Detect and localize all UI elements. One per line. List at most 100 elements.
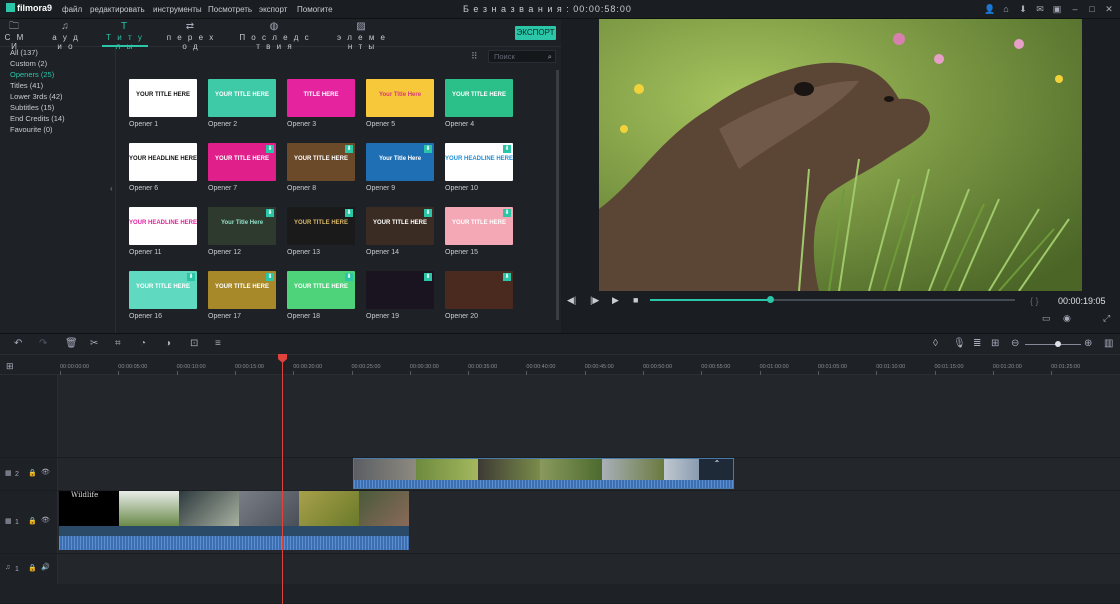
title-template-thumbnail[interactable]: YOUR TITLE HERE ⬇ [445,207,513,245]
title-template-thumbnail[interactable]: YOUR TITLE HERE ⬇ [287,207,355,245]
category-item[interactable]: Custom (2) [10,59,47,68]
download-icon[interactable]: ⬇ [266,273,274,281]
download-icon[interactable]: ⬇ [1018,4,1028,14]
playhead[interactable] [282,355,283,604]
tab-transitions[interactable]: ⇄ п е р е х о д [166,19,216,51]
snapshot-icon[interactable]: ⊞ [991,338,999,349]
search-input[interactable]: Поиск ⌕ [488,50,556,63]
undo-icon[interactable]: ↶ [14,338,22,349]
visibility-icon[interactable]: 👁 [41,516,50,524]
menu-file[interactable]: файл [62,5,82,14]
title-template-thumbnail[interactable]: YOUR TITLE HERE [129,79,197,117]
play-from-icon[interactable]: |▶ [590,295,599,306]
title-template-thumbnail[interactable]: YOUR TITLE HERE ⬇ [287,271,355,309]
library-scrollbar[interactable] [556,70,559,320]
download-icon[interactable]: ⬇ [424,209,432,217]
tab-media[interactable]: 🗀 С М И [4,19,26,51]
title-template-thumbnail[interactable]: YOUR TITLE HERE ⬇ [129,271,197,309]
category-item[interactable]: End Credits (14) [10,114,65,123]
title-template-thumbnail[interactable]: ⬇ [366,271,434,309]
prev-frame-icon[interactable]: ◀| [567,295,576,306]
video-clip-track-2[interactable]: ⌃ [353,458,734,489]
audio-clip-track-1[interactable] [59,526,409,550]
category-item[interactable]: Subtitles (15) [10,103,54,112]
title-template-thumbnail[interactable]: Your Title Here ⬇ [208,207,276,245]
download-icon[interactable]: ⬇ [266,145,274,153]
download-icon[interactable]: ⬇ [503,145,511,153]
video-clip-track-1[interactable]: Wildlife [59,491,409,526]
menu-export[interactable]: экспорт [259,5,287,14]
title-template-thumbnail[interactable]: YOUR TITLE HERE ⬇ [208,143,276,181]
play-icon[interactable]: ▶ [612,295,619,306]
tab-audio[interactable]: ♫ а у д и о [48,19,84,51]
title-template-thumbnail[interactable]: YOUR HEADLINE HERE [129,207,197,245]
speaker-icon[interactable]: 🔊 [41,563,50,571]
title-template-thumbnail[interactable]: TITLE HERE [287,79,355,117]
voiceover-icon[interactable]: ≣ [973,338,981,349]
zoom-in-icon[interactable]: ⊕ [1084,338,1092,349]
fullscreen-icon[interactable]: ⤢ [1103,313,1110,324]
zoom-slider[interactable] [1025,344,1081,345]
green-screen-icon[interactable]: ⊡ [190,338,198,349]
title-template-thumbnail[interactable]: YOUR TITLE HERE ⬇ [208,271,276,309]
delete-icon[interactable]: 🗑 [65,338,78,349]
title-template-thumbnail[interactable]: YOUR HEADLINE HERE ⬇ [445,143,513,181]
mail-icon[interactable]: ✉ [1035,4,1045,14]
download-icon[interactable]: ⬇ [266,209,274,217]
crop-icon[interactable]: ⌗ [115,338,121,349]
camera-icon[interactable]: ◉ [1063,313,1071,324]
color-icon[interactable]: ◑ [165,338,171,349]
speed-icon[interactable]: ◔ [140,338,146,349]
download-icon[interactable]: ⬇ [424,145,432,153]
redo-icon[interactable]: ↷ [39,338,47,349]
close-icon[interactable]: ✕ [1104,4,1114,14]
screen-icon[interactable]: ▭ [1042,313,1051,324]
mark-in-out[interactable]: { } [1030,296,1039,306]
stop-icon[interactable]: ■ [633,295,638,305]
download-icon[interactable]: ⬇ [345,273,353,281]
category-item[interactable]: Favourite (0) [10,125,53,134]
title-template-thumbnail[interactable]: YOUR HEADLINE HERE [129,143,197,181]
zoom-slider-handle[interactable] [1055,341,1061,347]
lock-icon[interactable]: 🔒 [28,564,37,572]
cart-icon[interactable]: ⌂ [1001,4,1011,14]
account-icon[interactable]: 👤 [984,4,995,14]
microphone-icon[interactable]: 🎙 [953,338,966,349]
category-item[interactable]: All (137) [10,48,38,57]
save-icon[interactable]: ▣ [1052,4,1062,14]
lock-icon[interactable]: 🔒 [28,517,37,525]
download-icon[interactable]: ⬇ [503,273,511,281]
visibility-icon[interactable]: 👁 [41,468,50,476]
download-icon[interactable]: ⬇ [345,209,353,217]
download-icon[interactable]: ⬇ [345,145,353,153]
menu-edit[interactable]: редактировать [90,5,145,14]
grid-view-icon[interactable]: ⠿ [471,51,478,62]
menu-view[interactable]: Посмотреть [208,5,252,14]
maximize-icon[interactable]: □ [1087,4,1097,14]
collapse-sidebar-icon[interactable]: ‹ [110,184,113,193]
audio-adjust-icon[interactable]: ≡ [215,338,221,349]
download-icon[interactable]: ⬇ [503,209,511,217]
download-icon[interactable]: ⬇ [187,273,195,281]
title-template-thumbnail[interactable]: Your Title Here ⬇ [366,143,434,181]
lock-icon[interactable]: 🔒 [28,469,37,477]
marker-icon[interactable]: ◊ [933,338,938,349]
title-template-thumbnail[interactable]: YOUR TITLE HERE ⬇ [366,207,434,245]
cut-icon[interactable]: ✂ [90,338,98,349]
add-track-icon[interactable]: ⊞ [6,361,14,372]
tab-elements[interactable]: ▨ э л е м е н т ы [334,19,390,51]
title-template-thumbnail[interactable]: YOUR TITLE HERE [208,79,276,117]
title-template-thumbnail[interactable]: ⬇ [445,271,513,309]
timeline-settings-icon[interactable]: ▥ [1104,338,1113,349]
download-icon[interactable]: ⬇ [424,273,432,281]
title-template-thumbnail[interactable]: YOUR TITLE HERE [445,79,513,117]
zoom-out-icon[interactable]: ⊖ [1011,338,1019,349]
title-template-thumbnail[interactable]: Your Title Here [366,79,434,117]
menu-help[interactable]: Помогите [297,5,333,14]
tab-effects[interactable]: ◍ П о с л е д с т в и я [236,19,314,51]
category-item[interactable]: Lower 3rds (42) [10,92,63,101]
menu-tools[interactable]: инструменты [153,5,202,14]
category-item[interactable]: Openers (25) [10,70,54,79]
title-template-thumbnail[interactable]: YOUR TITLE HERE ⬇ [287,143,355,181]
tab-titles[interactable]: TТ и т у л ы [102,19,148,51]
